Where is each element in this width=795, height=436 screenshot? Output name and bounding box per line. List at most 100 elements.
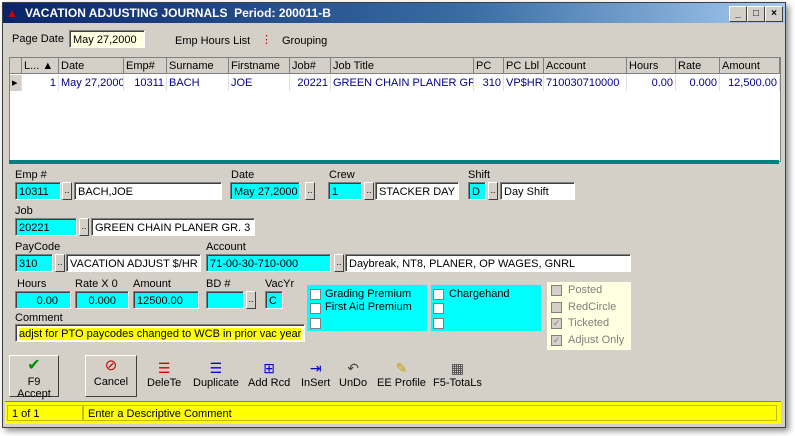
date-lookup-button[interactable]: .. bbox=[305, 182, 315, 200]
paycode-name-field: VACATION ADJUST $/HR bbox=[66, 254, 201, 272]
table-cell[interactable]: VP$HR bbox=[504, 75, 544, 91]
bd-label: BD # bbox=[206, 278, 231, 290]
table-cell[interactable]: 310 bbox=[474, 75, 504, 91]
chargehand-checkbox[interactable] bbox=[433, 289, 444, 300]
crew-label: Crew bbox=[329, 169, 355, 181]
account-field[interactable]: 71-00-30-710-000 bbox=[206, 254, 331, 272]
column-header[interactable]: Hours bbox=[627, 58, 676, 74]
column-header[interactable]: Account bbox=[544, 58, 627, 74]
column-header[interactable]: Job# bbox=[290, 58, 331, 74]
shift-label: Shift bbox=[468, 169, 491, 181]
crew-field[interactable]: 1 bbox=[328, 182, 362, 200]
redcircle-label: RedCircle bbox=[568, 301, 617, 313]
grouping-icon[interactable]: ⋮ bbox=[261, 33, 272, 46]
column-header[interactable]: L... ▲ bbox=[22, 58, 59, 74]
table-cell[interactable]: 20221 bbox=[290, 75, 331, 91]
amount-field[interactable]: 12500.00 bbox=[133, 291, 199, 309]
maximize-button[interactable]: □ bbox=[747, 6, 765, 22]
shift-field[interactable]: D bbox=[468, 182, 486, 200]
journal-grid[interactable]: L... ▲ Date Emp# Surname Firstname Job# … bbox=[9, 57, 781, 162]
ee-profile-button[interactable]: ✎ EE Profile bbox=[377, 359, 426, 389]
chargehand-checkbox-2[interactable] bbox=[433, 303, 444, 314]
table-cell[interactable]: May 27,2000 bbox=[59, 75, 124, 91]
date-label: Date bbox=[231, 169, 255, 181]
table-cell[interactable]: 1 bbox=[22, 75, 59, 91]
hours-field[interactable]: 0.00 bbox=[15, 291, 71, 309]
emp-hours-list-label[interactable]: Emp Hours List bbox=[175, 35, 250, 47]
table-cell[interactable]: JOE bbox=[229, 75, 290, 91]
delete-button[interactable]: ☰ DeleTe bbox=[147, 359, 181, 389]
bd-lookup-button[interactable]: .. bbox=[246, 291, 256, 309]
totals-button[interactable]: ▦ F5-TotaLs bbox=[433, 359, 482, 389]
date-field[interactable]: May 27,2000 bbox=[230, 182, 300, 200]
column-header[interactable]: Surname bbox=[167, 58, 229, 74]
premium-checkbox-3[interactable] bbox=[310, 318, 321, 329]
grouping-label[interactable]: Grouping bbox=[282, 35, 327, 47]
crew-name-field: STACKER DAY bbox=[375, 182, 459, 200]
title-bar: ▲ VACATION ADJUSTING JOURNALS Period: 20… bbox=[3, 3, 785, 23]
close-button[interactable]: × bbox=[765, 6, 783, 22]
crew-lookup-button[interactable]: .. bbox=[364, 182, 374, 200]
table-cell[interactable]: 710030710000 bbox=[544, 75, 627, 91]
posted-label: Posted bbox=[568, 284, 603, 296]
page-date-field[interactable]: May 27,2000 bbox=[69, 30, 145, 48]
profile-icon: ✎ bbox=[395, 360, 408, 376]
vacyr-field[interactable]: C bbox=[265, 291, 283, 309]
journal-window: ▲ VACATION ADJUSTING JOURNALS Period: 20… bbox=[2, 2, 786, 428]
paycode-field[interactable]: 310 bbox=[15, 254, 53, 272]
accept-button[interactable]: ✔ F9 Accept bbox=[9, 355, 59, 400]
shift-lookup-button[interactable]: .. bbox=[488, 182, 498, 200]
duplicate-icon: ☰ bbox=[209, 360, 223, 376]
minimize-button[interactable]: _ bbox=[729, 6, 747, 22]
ticketed-checkbox: ✓ bbox=[551, 318, 562, 329]
duplicate-button[interactable]: ☰ Duplicate bbox=[193, 359, 239, 389]
cancel-icon: ⊘ bbox=[104, 357, 118, 374]
vacyr-label: VacYr bbox=[265, 278, 295, 290]
delete-row-icon: ☰ bbox=[157, 360, 171, 376]
add-record-button[interactable]: ⊞ Add Rcd bbox=[248, 359, 290, 389]
bd-field[interactable] bbox=[206, 291, 244, 309]
status-bar: 1 of 1 Enter a Descriptive Comment bbox=[5, 401, 781, 424]
table-cell[interactable]: 0.000 bbox=[676, 75, 720, 91]
comment-field[interactable]: adjst for PTO paycodes changed to WCB in… bbox=[15, 324, 305, 342]
table-cell[interactable]: 10311 bbox=[124, 75, 167, 91]
first-aid-premium-checkbox[interactable] bbox=[310, 303, 321, 314]
grading-premium-checkbox[interactable] bbox=[310, 289, 321, 300]
ticketed-label: Ticketed bbox=[568, 317, 610, 329]
accept-label: F9 Accept bbox=[17, 376, 51, 400]
column-header[interactable]: Amount bbox=[720, 58, 780, 74]
table-cell[interactable]: 0.00 bbox=[627, 75, 676, 91]
column-header[interactable]: Job Title bbox=[331, 58, 474, 74]
emp-lookup-button[interactable]: .. bbox=[62, 182, 72, 200]
calculator-icon: ▦ bbox=[450, 360, 465, 376]
account-lookup-button[interactable]: .. bbox=[334, 254, 344, 272]
rate-label: Rate X 0 bbox=[75, 278, 118, 290]
cancel-button[interactable]: ⊘ Cancel bbox=[85, 355, 137, 397]
job-field[interactable]: 20221 bbox=[15, 218, 77, 236]
undo-icon: ↶ bbox=[347, 360, 359, 376]
paycode-lookup-button[interactable]: .. bbox=[55, 254, 65, 272]
window-title: VACATION ADJUSTING JOURNALS Period: 2000… bbox=[25, 6, 331, 20]
column-header[interactable]: PC bbox=[474, 58, 504, 74]
first-aid-premium-label: First Aid Premium bbox=[325, 301, 412, 313]
emp-label: Emp # bbox=[15, 169, 47, 181]
column-header[interactable]: PC Lbl bbox=[504, 58, 544, 74]
job-name-field: GREEN CHAIN PLANER GR. 3 bbox=[91, 218, 255, 236]
table-cell[interactable]: GREEN CHAIN PLANER GR bbox=[331, 75, 474, 91]
undo-button[interactable]: ↶ UnDo bbox=[339, 359, 367, 389]
column-header[interactable]: Emp# bbox=[124, 58, 167, 74]
job-lookup-button[interactable]: .. bbox=[79, 218, 89, 236]
splitter[interactable] bbox=[9, 160, 779, 164]
table-cell[interactable]: 12,500.00 bbox=[720, 75, 780, 91]
column-header[interactable]: Firstname bbox=[229, 58, 290, 74]
page-date-label: Page Date bbox=[12, 33, 64, 45]
insert-button[interactable]: ⇥ InSert bbox=[301, 359, 330, 389]
adjust-only-checkbox: ✓ bbox=[551, 335, 562, 346]
chargehand-checkbox-3[interactable] bbox=[433, 318, 444, 329]
table-cell[interactable]: BACH bbox=[167, 75, 229, 91]
rate-field[interactable]: 0.000 bbox=[75, 291, 129, 309]
column-header[interactable]: Rate bbox=[676, 58, 720, 74]
emp-field[interactable]: 10311 bbox=[15, 182, 61, 200]
column-header[interactable]: Date bbox=[59, 58, 124, 74]
comment-label: Comment bbox=[15, 312, 63, 324]
